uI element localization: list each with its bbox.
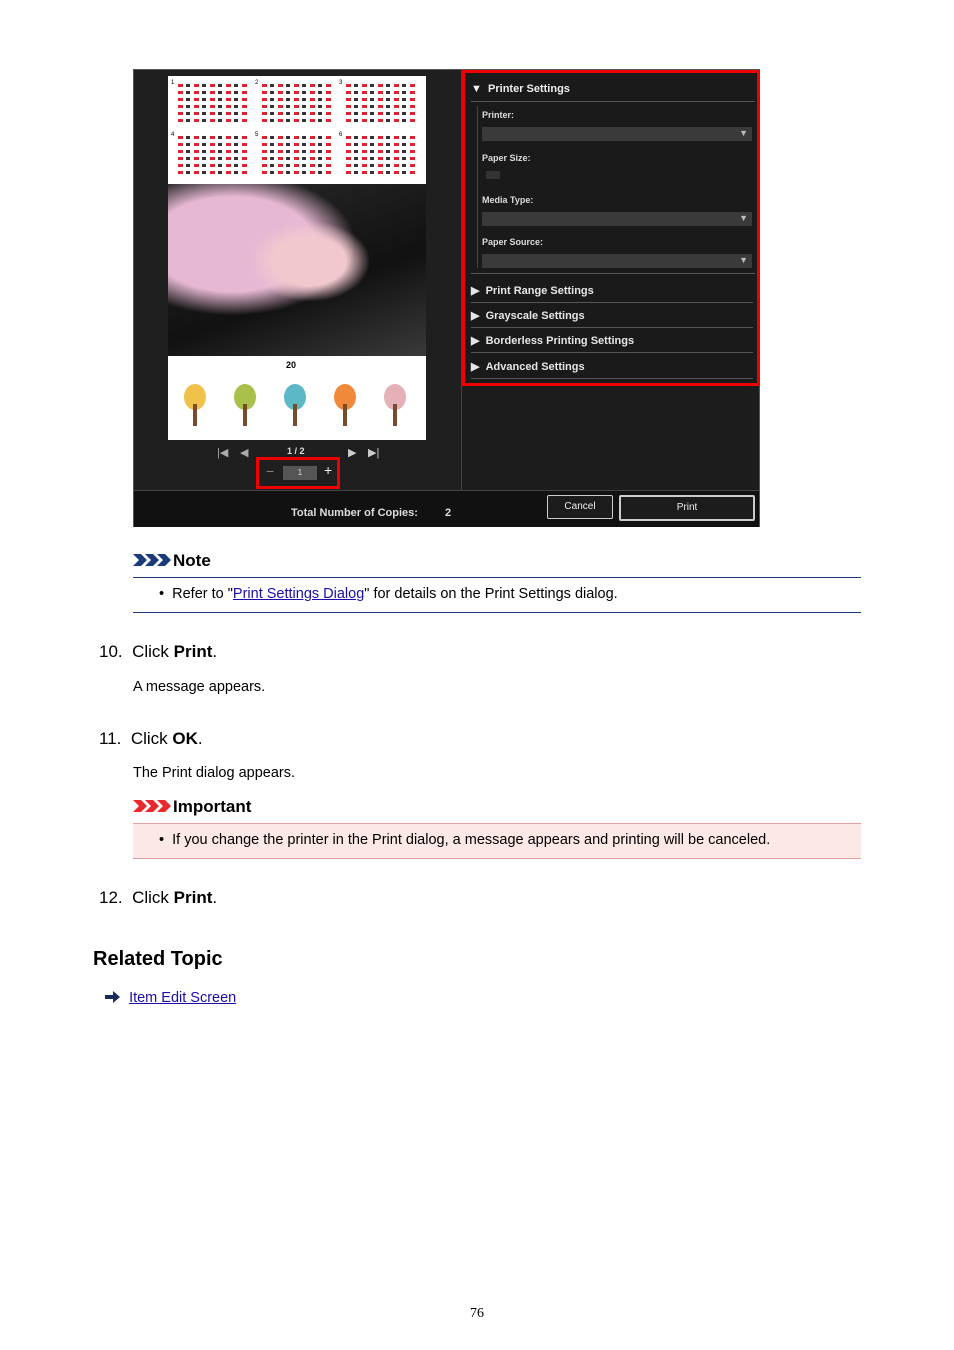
related-link-row: Item Edit Screen xyxy=(105,990,236,1006)
calendar-month: 6 xyxy=(339,132,420,180)
step-10: 10. Click Print. xyxy=(99,642,218,661)
item-edit-screen-link[interactable]: Item Edit Screen xyxy=(129,990,236,1006)
tree-icon xyxy=(230,384,260,426)
page-indicator: 1 / 2 xyxy=(287,446,305,456)
calendar-month: 4 xyxy=(171,132,252,180)
note-heading: Note xyxy=(133,551,211,571)
printer-label: Printer: xyxy=(482,110,515,120)
section-borderless[interactable]: ▶ Borderless Printing Settings xyxy=(471,330,753,353)
expand-triangle-icon: ▼ xyxy=(471,83,482,95)
decrease-copies-button[interactable]: − xyxy=(266,463,274,479)
tree-icon xyxy=(280,384,310,426)
printer-settings-body: Printer: Paper Size: Media Type: Paper S… xyxy=(477,106,754,268)
note-bullet: • Refer to "Print Settings Dialog" for d… xyxy=(159,586,618,602)
copies-highlight: − 1 + xyxy=(256,457,340,489)
total-copies-value: 2 xyxy=(445,507,452,519)
last-page-icon[interactable]: ▶| xyxy=(368,446,379,459)
note-chevron-icon xyxy=(133,554,171,566)
calendar-month: 5 xyxy=(255,132,336,180)
paper-size-label: Paper Size: xyxy=(482,153,531,163)
next-page-icon[interactable]: ▶ xyxy=(348,446,356,459)
print-button[interactable]: Print xyxy=(619,495,755,521)
first-page-icon[interactable]: |◀ xyxy=(217,446,228,459)
important-chevron-icon xyxy=(133,800,171,812)
calendar-month: 1 xyxy=(171,80,252,128)
important-bullet: • If you change the printer in the Print… xyxy=(159,832,771,848)
tree-icon xyxy=(380,384,410,426)
important-box: • If you change the printer in the Print… xyxy=(133,823,861,859)
printer-dropdown[interactable] xyxy=(482,127,752,141)
tree-icon xyxy=(330,384,360,426)
printer-settings-header[interactable]: ▼ Printer Settings xyxy=(471,83,570,95)
step-11: 11. Click OK. xyxy=(99,729,203,748)
paper-source-label: Paper Source: xyxy=(482,237,544,247)
media-type-label: Media Type: xyxy=(482,195,534,205)
section-print-range[interactable]: ▶ Print Range Settings xyxy=(471,280,753,303)
layout-preview-area: 1 2 3 4 5 6 20 |◀ ◀ 1 / 2 ▶ ▶| − 1 + xyxy=(134,70,462,490)
arrow-right-icon xyxy=(105,991,120,1003)
year-label: 20 xyxy=(286,360,297,370)
increase-copies-button[interactable]: + xyxy=(324,462,332,478)
calendar-month: 2 xyxy=(255,80,336,128)
step-11-desc: The Print dialog appears. xyxy=(133,765,296,781)
print-settings-screenshot: 1 2 3 4 5 6 20 |◀ ◀ 1 / 2 ▶ ▶| − 1 + ▼ P… xyxy=(133,69,760,527)
tree-illustrations: 20 xyxy=(168,356,426,440)
copies-field[interactable]: 1 xyxy=(283,466,317,480)
dialog-bottom-bar: Total Number of Copies: 2 Cancel Print xyxy=(134,490,759,527)
prev-page-icon[interactable]: ◀ xyxy=(240,446,248,459)
media-type-dropdown[interactable] xyxy=(482,212,752,226)
important-heading: Important xyxy=(133,797,251,817)
step-12: 12. Click Print. xyxy=(99,888,218,907)
page-number: 76 xyxy=(470,1306,484,1321)
paper-source-dropdown[interactable] xyxy=(482,254,752,268)
section-advanced[interactable]: ▶ Advanced Settings xyxy=(471,356,753,379)
note-box: • Refer to "Print Settings Dialog" for d… xyxy=(133,577,861,613)
print-settings-dialog-link[interactable]: Print Settings Dialog xyxy=(233,586,364,602)
preview-page: 1 2 3 4 5 6 20 xyxy=(168,76,426,440)
related-topic-heading: Related Topic xyxy=(93,948,223,970)
umbrella-photo xyxy=(168,184,426,356)
calendar-section: 1 2 3 4 5 6 xyxy=(168,76,426,184)
section-grayscale[interactable]: ▶ Grayscale Settings xyxy=(471,305,753,328)
settings-panel-highlight: ▼ Printer Settings Printer: Paper Size: … xyxy=(462,70,760,386)
total-copies-label: Total Number of Copies: xyxy=(291,507,418,519)
step-10-desc: A message appears. xyxy=(133,679,266,695)
tree-icon xyxy=(180,384,210,426)
paper-size-value xyxy=(486,171,500,179)
cancel-button[interactable]: Cancel xyxy=(547,495,613,519)
calendar-month: 3 xyxy=(339,80,420,128)
